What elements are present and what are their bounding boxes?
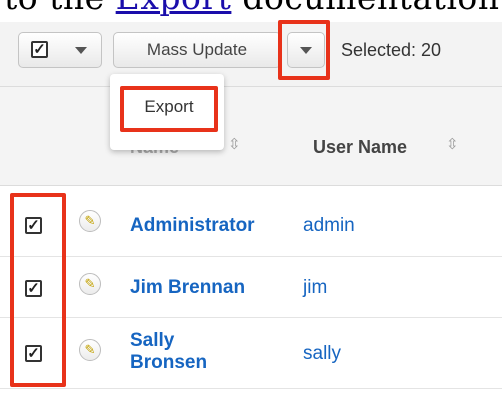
selected-count: Selected: 20 [341, 40, 442, 60]
pencil-icon[interactable]: ✎ [79, 210, 101, 232]
user-name-link[interactable]: admin [303, 215, 355, 237]
record-name-link[interactable]: Sally Bronsen [130, 330, 230, 374]
sort-icon[interactable]: ⇳ [446, 137, 459, 152]
doc-text-prefix: to the [4, 0, 116, 17]
pencil-icon[interactable]: ✎ [79, 273, 101, 295]
documentation-text: to the Export documentation. [4, 0, 502, 17]
export-menu-item[interactable]: Export [124, 90, 214, 126]
caret-down-icon [300, 47, 312, 54]
table-row: ✓ ✎ Administrator admin [0, 195, 502, 257]
table-row: ✓ ✎ Jim Brennan jim [0, 258, 502, 318]
row-checkbox[interactable]: ✓ [25, 345, 42, 362]
table-row: ✓ ✎ Sally Bronsen sally [0, 319, 502, 389]
select-all-checkbox[interactable]: ✓ [31, 41, 48, 58]
export-doc-link[interactable]: Export [116, 0, 232, 17]
record-name-link[interactable]: Administrator [130, 215, 255, 237]
actions-dropdown-button[interactable] [287, 32, 325, 68]
select-all-button[interactable]: ✓ [18, 32, 102, 68]
sort-icon[interactable]: ⇳ [228, 137, 241, 152]
doc-text-suffix: documentation. [231, 0, 502, 17]
user-name-link[interactable]: sally [303, 343, 341, 365]
column-header-user-name[interactable]: User Name [313, 137, 407, 158]
user-name-link[interactable]: jim [303, 277, 327, 299]
pencil-icon[interactable]: ✎ [79, 339, 101, 361]
table-header-row [0, 87, 502, 186]
row-checkbox[interactable]: ✓ [25, 217, 42, 234]
mass-update-button[interactable]: Mass Update [113, 32, 281, 68]
caret-down-icon [75, 47, 87, 54]
record-name-link[interactable]: Jim Brennan [130, 277, 245, 299]
row-checkbox[interactable]: ✓ [25, 280, 42, 297]
